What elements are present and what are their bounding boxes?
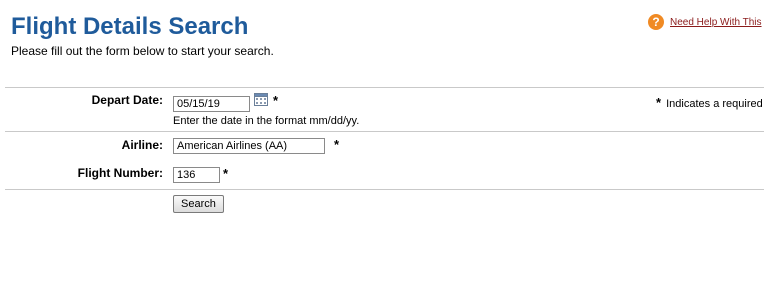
flight-number-input[interactable] xyxy=(173,167,220,183)
depart-date-hint: Enter the date in the format mm/dd/yy. xyxy=(173,115,360,127)
search-button[interactable]: Search xyxy=(173,195,224,213)
depart-date-input[interactable] xyxy=(173,96,250,112)
page-title: Flight Details Search xyxy=(11,13,249,40)
flight-number-label: Flight Number: xyxy=(77,166,163,180)
required-star: * xyxy=(223,166,229,181)
required-note-text: Indicates a required xyxy=(666,98,763,110)
required-star: * xyxy=(334,137,340,152)
required-star: * xyxy=(273,93,279,108)
help-area: ? Need Help With This xyxy=(648,14,762,30)
calendar-icon[interactable] xyxy=(254,93,268,106)
divider-middle xyxy=(5,131,764,132)
required-note: * Indicates a required xyxy=(656,95,763,110)
depart-date-label: Depart Date: xyxy=(91,93,163,107)
airline-label: Airline: xyxy=(121,138,163,152)
divider-top xyxy=(5,87,764,88)
divider-bottom xyxy=(5,189,764,190)
airline-input[interactable] xyxy=(173,138,325,154)
need-help-link[interactable]: Need Help With This xyxy=(670,17,762,28)
question-circle-icon[interactable]: ? xyxy=(648,14,664,30)
required-note-star: * xyxy=(656,95,662,110)
page-subtitle: Please fill out the form below to start … xyxy=(11,44,274,58)
